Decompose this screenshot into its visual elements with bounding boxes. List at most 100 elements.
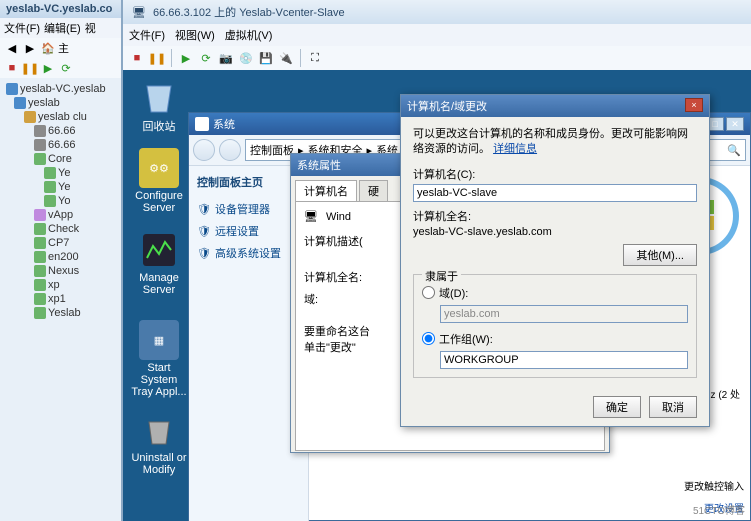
breadcrumb-cpanel[interactable]: 控制面板	[250, 142, 294, 158]
stop-icon[interactable]: ■	[4, 60, 20, 76]
shield-icon: 🛡	[197, 247, 211, 260]
tree-item[interactable]: Ye	[2, 166, 119, 180]
play-icon[interactable]: ▶	[40, 60, 56, 76]
recycle-bin[interactable]: 回收站	[129, 76, 189, 134]
tree-item[interactable]: Yo	[2, 194, 119, 208]
cl-icon	[24, 111, 36, 123]
start-tray[interactable]: ▦ Start System Tray Appl...	[129, 320, 189, 398]
menu-vm[interactable]: 虚拟机(V)	[225, 27, 273, 43]
tree-label: vApp	[48, 209, 73, 221]
tree-label: yeslab clu	[38, 111, 87, 123]
vapp-icon	[34, 209, 46, 221]
menu-view2[interactable]: 视图(W)	[175, 27, 215, 43]
details-link[interactable]: 详细信息	[493, 143, 537, 155]
tree-label: en200	[48, 251, 79, 263]
menu-file2[interactable]: 文件(F)	[129, 27, 165, 43]
cancel-button[interactable]: 取消	[649, 396, 697, 418]
tree-label: Yeslab	[48, 307, 81, 319]
net-icon[interactable]: 🔌	[278, 50, 294, 66]
close-button[interactable]: ✕	[726, 117, 744, 131]
reset-icon2[interactable]: ⟳	[198, 50, 214, 66]
tree-label: xp1	[48, 293, 66, 305]
menu-edit[interactable]: 编辑(E)	[44, 20, 81, 36]
tree-item[interactable]: Core	[2, 152, 119, 166]
workgroup-radio[interactable]	[422, 332, 435, 345]
cd-icon[interactable]: 💿	[238, 50, 254, 66]
intro-text: 可以更改这台计算机的名称和成员身份。更改可能影响网络资源的访问。 详细信息	[413, 127, 697, 158]
tree-item[interactable]: en200	[2, 250, 119, 264]
configure-server[interactable]: ⚙⚙ Configure Server	[129, 148, 189, 214]
outer-toolbar2: ■ ❚❚ ▶ ⟳	[0, 58, 121, 78]
close-button[interactable]: ×	[685, 98, 703, 112]
tree-item[interactable]: CP7	[2, 236, 119, 250]
tree-label: Ye	[58, 181, 70, 193]
fullscreen-icon[interactable]: ⛶	[307, 50, 323, 66]
name-titlebar[interactable]: 计算机名/域更改 ×	[401, 95, 709, 117]
vm-icon	[34, 237, 46, 249]
inventory-tree[interactable]: yeslab-VC.yeslabyeslabyeslab clu 66.6666.…	[0, 78, 121, 324]
tree-item[interactable]: Check	[2, 222, 119, 236]
tree-item[interactable]: yeslab clu	[2, 110, 119, 124]
menu-file[interactable]: 文件(F)	[4, 20, 40, 36]
tree-item[interactable]: xp	[2, 278, 119, 292]
shield-icon: 🛡	[197, 203, 211, 216]
computer-name-field[interactable]	[413, 184, 697, 202]
menu-view[interactable]: 视	[85, 20, 96, 36]
console-icon: 🖥	[131, 4, 147, 20]
link-remote[interactable]: 🛡远程设置	[197, 220, 300, 242]
tree-label: yeslab-VC.yeslab	[20, 83, 106, 95]
stop-icon2[interactable]: ■	[129, 50, 145, 66]
vm-icon	[44, 195, 56, 207]
uninstall[interactable]: Uninstall or Modify	[129, 410, 189, 476]
vm-icon	[34, 223, 46, 235]
outer-menu: 文件(F) 编辑(E) 视	[0, 18, 121, 38]
member-of-group: 隶属于 域(D): 工作组(W):	[413, 274, 697, 378]
tree-item[interactable]: 66.66	[2, 124, 119, 138]
tree-item[interactable]: 66.66	[2, 138, 119, 152]
pause-icon[interactable]: ❚❚	[22, 60, 38, 76]
back-icon[interactable]: ◀	[4, 40, 20, 56]
vm-icon	[34, 251, 46, 263]
snapshot-icon[interactable]: 📷	[218, 50, 234, 66]
tab-computer-name[interactable]: 计算机名	[295, 180, 357, 201]
tree-item[interactable]: Yeslab	[2, 306, 119, 320]
tree-label: Check	[48, 223, 79, 235]
tree-item[interactable]: Nexus	[2, 264, 119, 278]
workgroup-field[interactable]	[440, 351, 688, 369]
domain-radio[interactable]	[422, 286, 435, 299]
other-button[interactable]: 其他(M)...	[623, 244, 697, 266]
tree-item[interactable]: yeslab-VC.yeslab	[2, 82, 119, 96]
full-name-value: yeslab-VC-slave.yeslab.com	[413, 226, 697, 238]
link-device-manager[interactable]: 🛡设备管理器	[197, 198, 300, 220]
tree-item[interactable]: xp1	[2, 292, 119, 306]
tab-hardware[interactable]: 硬	[359, 180, 388, 201]
configure-label: Configure Server	[135, 190, 183, 214]
vm-icon	[34, 279, 46, 291]
manage-server[interactable]: Manage Server	[129, 230, 189, 296]
tree-item[interactable]: Ye	[2, 180, 119, 194]
outer-title: yeslab-VC.yeslab.co	[0, 0, 121, 18]
host-icon	[34, 139, 46, 151]
tree-item[interactable]: yeslab	[2, 96, 119, 110]
nav-back-icon[interactable]	[193, 139, 215, 161]
floppy-icon[interactable]: 💾	[258, 50, 274, 66]
link-advanced[interactable]: 🛡高级系统设置	[197, 242, 300, 264]
forward-icon[interactable]: ▶	[22, 40, 38, 56]
ok-button[interactable]: 确定	[593, 396, 641, 418]
name-title-text: 计算机名/域更改	[407, 98, 487, 114]
home-icon[interactable]: 🏠	[40, 40, 56, 56]
tree-label: Nexus	[48, 265, 79, 277]
tree-item[interactable]: vApp	[2, 208, 119, 222]
pause-icon2[interactable]: ❚❚	[149, 50, 165, 66]
play-icon2[interactable]: ▶	[178, 50, 194, 66]
watermark: 51CTO博客	[693, 502, 745, 517]
tree-label: Core	[48, 153, 72, 165]
nav-forward-icon[interactable]	[219, 139, 241, 161]
host-icon	[34, 125, 46, 137]
sidebar-title[interactable]: 控制面板主页	[197, 174, 300, 190]
touch-info: 更改触控输入	[684, 478, 744, 493]
tree-label: 66.66	[48, 125, 76, 137]
member-of-label: 隶属于	[422, 268, 461, 284]
vm-icon	[34, 153, 46, 165]
reset-icon[interactable]: ⟳	[58, 60, 74, 76]
